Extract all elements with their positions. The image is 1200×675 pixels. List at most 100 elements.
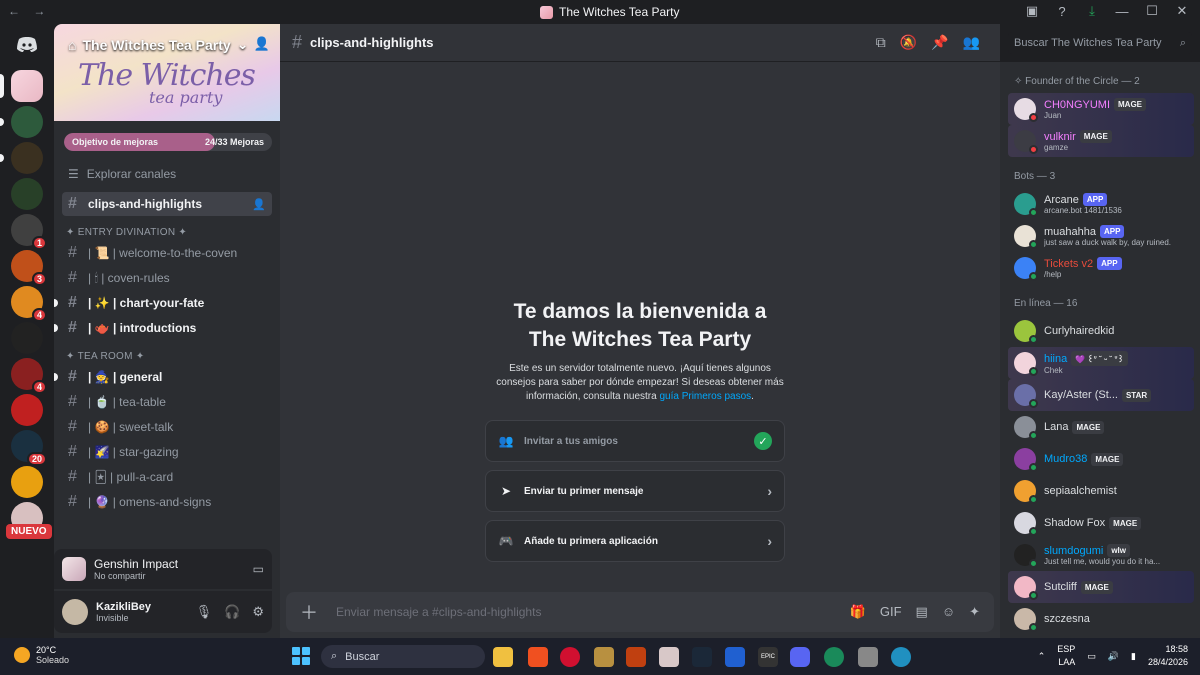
explore-channels[interactable]: ☰ Explorar canales bbox=[54, 157, 280, 191]
channel-item[interactable]: # | 📜 | welcome-to-the-coven bbox=[62, 241, 272, 265]
channel-item[interactable]: # | 🍵 | tea-table bbox=[62, 390, 272, 414]
send-icon: ➤ bbox=[500, 484, 512, 498]
search-input[interactable]: Buscar The Witches Tea Party ⌕ bbox=[1008, 32, 1192, 54]
channel-item[interactable]: # | 🌠 | star-gazing bbox=[62, 440, 272, 464]
brave-browser-icon[interactable] bbox=[528, 647, 548, 667]
epic-games-icon[interactable]: EPIC bbox=[758, 647, 778, 667]
download-icon[interactable]: ⤓ bbox=[1084, 3, 1100, 19]
channel-clips-and-highlights[interactable]: # clips-and-highlights 👤 bbox=[62, 192, 272, 216]
channel-category[interactable]: ✦ TEA ROOM ✦ bbox=[54, 341, 280, 364]
threads-icon[interactable]: ⧉ bbox=[876, 34, 886, 51]
steam-icon[interactable] bbox=[692, 647, 712, 667]
gif-icon[interactable]: GIF bbox=[880, 604, 902, 620]
member-list-icon[interactable]: 👥 bbox=[963, 34, 980, 51]
channel-item[interactable]: # | 🫖 | introductions bbox=[54, 316, 272, 340]
invite-user-icon[interactable]: 👤 bbox=[254, 36, 270, 52]
battle-net-icon[interactable] bbox=[725, 647, 745, 667]
file-explorer-icon[interactable] bbox=[493, 647, 513, 667]
notification-bell-icon[interactable]: 🔕 bbox=[900, 34, 917, 51]
add-first-app-task[interactable]: 🎮 Añade tu primera aplicación › bbox=[485, 520, 785, 562]
channel-item[interactable]: # | 🧙 | general bbox=[54, 365, 272, 389]
league-of-legends-icon[interactable] bbox=[594, 647, 614, 667]
member-item[interactable]: Kay/Aster (St... STAR bbox=[1008, 379, 1194, 411]
server-icon[interactable]: 4 bbox=[11, 358, 47, 394]
taskbar-search[interactable]: ⌕ Buscar bbox=[321, 645, 485, 668]
game-app-icon[interactable] bbox=[659, 647, 679, 667]
server-name-dropdown[interactable]: ⌂ The Witches Tea Party ⌄ bbox=[68, 36, 248, 53]
channel-category[interactable]: ✦ ENTRY DIVINATION ✦ bbox=[54, 217, 280, 240]
server-icon[interactable] bbox=[0, 106, 43, 138]
close-icon[interactable]: ✕ bbox=[1174, 3, 1190, 19]
discord-taskbar-icon[interactable] bbox=[790, 647, 810, 667]
app-icon[interactable] bbox=[824, 647, 844, 667]
member-item[interactable]: slumdogumi wlw Just tell me, would you do … bbox=[1008, 539, 1194, 571]
stream-icon[interactable]: ▭ bbox=[253, 562, 264, 576]
emoji-icon[interactable]: ☺ bbox=[942, 604, 955, 620]
discord-home-button[interactable] bbox=[11, 28, 43, 60]
server-icon[interactable] bbox=[11, 394, 43, 426]
opera-browser-icon[interactable] bbox=[560, 647, 580, 667]
maximize-icon[interactable]: ☐ bbox=[1144, 3, 1160, 19]
server-icon[interactable]: 3 bbox=[11, 250, 47, 286]
channel-item[interactable]: # | 🍪 | sweet-talk bbox=[62, 415, 272, 439]
channel-item[interactable]: # | 🔮 | omens-and-signs bbox=[62, 490, 272, 514]
avatar[interactable] bbox=[62, 599, 88, 625]
member-item[interactable]: Tickets v2 APP/help bbox=[1008, 252, 1194, 284]
apps-icon[interactable]: ✦ bbox=[969, 604, 980, 620]
server-icon[interactable] bbox=[11, 178, 43, 210]
gift-icon[interactable]: 🎁 bbox=[850, 604, 866, 620]
channel-item[interactable]: # | ✨ | chart-your-fate bbox=[54, 291, 272, 315]
member-item[interactable]: muahahha APP just saw a duck walk by, day … bbox=[1008, 220, 1194, 252]
send-first-message-task[interactable]: ➤ Enviar tu primer mensaje › bbox=[485, 470, 785, 512]
member-item[interactable]: hiina 💜 ꒰ᐡ ˘ ᵕ ˘ ᐡ꒱ Chek bbox=[1008, 347, 1194, 379]
server-banner[interactable]: The Witches tea party ⌂ The Witches Tea … bbox=[54, 24, 280, 121]
battery-icon[interactable]: ▮ bbox=[1131, 651, 1136, 662]
member-item[interactable]: sepiaalchemist bbox=[1008, 475, 1194, 507]
pin-icon[interactable]: 📌 bbox=[931, 34, 948, 51]
arrow-right-icon[interactable]: → bbox=[33, 4, 45, 18]
message-composer[interactable]: ＋ Enviar mensaje a #clips-and-highlights… bbox=[286, 592, 994, 632]
weather-widget[interactable]: 20°C Soleado bbox=[14, 645, 69, 665]
headphones-icon[interactable]: 🎧 bbox=[224, 604, 240, 620]
boost-progress-bar[interactable]: Objetivo de mejoras 24/33 Mejoras bbox=[64, 133, 272, 151]
server-icon[interactable] bbox=[11, 322, 43, 354]
member-item[interactable]: CH0NGYUMI MAGE Juan bbox=[1008, 93, 1194, 125]
server-icon[interactable]: 4 bbox=[11, 286, 47, 322]
server-witches-tea-party[interactable] bbox=[0, 70, 43, 102]
server-icon[interactable]: 1 bbox=[11, 214, 47, 250]
invite-friends-task[interactable]: 👥 Invitar a tus amigos ✓ bbox=[485, 420, 785, 462]
game-app-icon[interactable] bbox=[626, 647, 646, 667]
member-item[interactable]: Arcane APP arcane.bot 1481/1536 bbox=[1008, 188, 1194, 220]
language-indicator[interactable]: ESP LAA bbox=[1057, 643, 1075, 669]
server-icon[interactable] bbox=[0, 142, 43, 174]
arrow-left-icon[interactable]: ← bbox=[8, 4, 20, 18]
member-item[interactable]: Lana MAGE bbox=[1008, 411, 1194, 443]
inbox-icon[interactable]: ▣ bbox=[1024, 3, 1040, 19]
network-icon[interactable]: ▭ bbox=[1087, 651, 1096, 662]
app-icon[interactable] bbox=[858, 647, 878, 667]
server-icon[interactable]: 20 bbox=[11, 430, 47, 466]
chevron-up-icon[interactable]: ⌃ bbox=[1038, 651, 1046, 662]
member-item[interactable]: vulknir MAGE gamze bbox=[1008, 125, 1194, 157]
windows-start-button[interactable] bbox=[292, 647, 310, 665]
volume-icon[interactable]: 🔊 bbox=[1108, 651, 1119, 662]
sticker-icon[interactable]: ▤ bbox=[916, 604, 928, 620]
member-item[interactable]: Shadow Fox MAGE bbox=[1008, 507, 1194, 539]
plus-icon[interactable]: ＋ bbox=[300, 599, 318, 625]
add-member-icon[interactable]: 👤 bbox=[252, 198, 266, 211]
member-item[interactable]: Curlyhairedkid bbox=[1008, 315, 1194, 347]
clock[interactable]: 18:58 28/4/2026 bbox=[1148, 643, 1188, 669]
microphone-icon[interactable]: 🎙 bbox=[196, 604, 213, 620]
member-item[interactable]: Sutcliff MAGE bbox=[1008, 571, 1194, 603]
member-item[interactable]: szczesna bbox=[1008, 603, 1194, 635]
help-icon[interactable]: ? bbox=[1054, 3, 1070, 19]
gear-icon[interactable]: ⚙ bbox=[252, 604, 264, 620]
member-item[interactable]: Mudro38 MAGE bbox=[1008, 443, 1194, 475]
app-icon[interactable] bbox=[891, 647, 911, 667]
minimize-icon[interactable]: — bbox=[1114, 3, 1130, 19]
windows-taskbar: 20°C Soleado ⌕ Buscar EPIC ⌃ ESP LAA ▭ 🔊… bbox=[0, 638, 1200, 675]
channel-item[interactable]: # | 🃏 | pull-a-card bbox=[62, 465, 272, 489]
getting-started-link[interactable]: guía Primeros pasos bbox=[659, 391, 751, 402]
channel-item[interactable]: # | 🕯 | coven-rules bbox=[62, 266, 272, 290]
server-icon[interactable] bbox=[11, 466, 43, 498]
